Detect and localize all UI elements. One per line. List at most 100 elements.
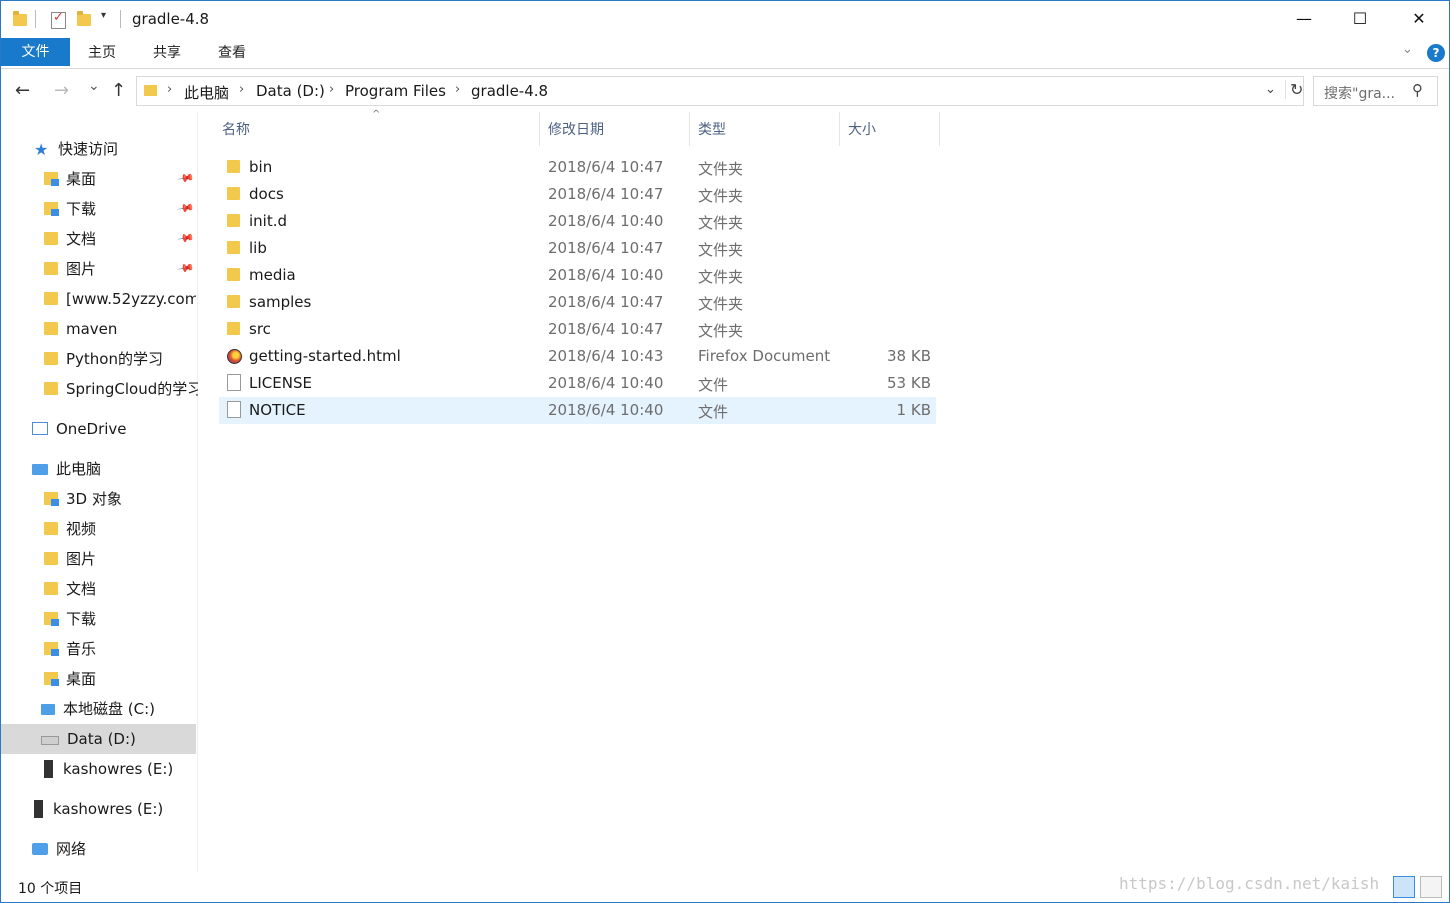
sidebar-item-label: 音乐: [66, 640, 97, 658]
sidebar-item-data-d[interactable]: Data (D:): [41, 724, 136, 754]
file-name: media: [249, 266, 296, 284]
folder-icon: [227, 214, 240, 227]
breadcrumb-program-files[interactable]: Program Files: [345, 82, 446, 100]
quick-access-dropdown-icon[interactable]: ▾: [101, 10, 106, 21]
file-name: NOTICE: [249, 401, 306, 419]
pin-icon[interactable]: 📌: [177, 259, 196, 278]
sidebar-item-videos[interactable]: 视频: [44, 514, 96, 544]
recent-locations-button[interactable]: ⌄: [88, 78, 100, 94]
breadcrumb-separator[interactable]: ›: [167, 82, 172, 97]
sidebar-item-kashowres-root[interactable]: kashowres (E:): [31, 794, 163, 824]
up-button[interactable]: ↑: [111, 80, 126, 101]
large-icons-view-icon[interactable]: [1420, 876, 1442, 898]
downloads-folder-icon: [44, 612, 59, 626]
sidebar-item-springcloud[interactable]: SpringCloud的学习: [44, 374, 198, 404]
sidebar-item-python[interactable]: Python的学习: [44, 344, 163, 374]
table-row[interactable]: media 2018/6/4 10:40 文件夹: [219, 262, 936, 289]
file-name: samples: [249, 293, 312, 311]
sidebar-item-onedrive[interactable]: OneDrive: [32, 414, 127, 444]
sidebar-item-music[interactable]: 音乐: [44, 634, 96, 664]
breadcrumb-separator[interactable]: ›: [455, 82, 460, 97]
file-modified: 2018/6/4 10:40: [548, 266, 664, 284]
pictures-folder-icon: [44, 262, 58, 275]
breadcrumb-separator[interactable]: ›: [329, 82, 334, 97]
windows-drive-icon: [41, 704, 55, 715]
table-row[interactable]: docs 2018/6/4 10:47 文件夹: [219, 181, 936, 208]
folder-icon: [44, 382, 58, 395]
column-header-size[interactable]: 大小: [848, 112, 876, 146]
column-divider[interactable]: [689, 112, 690, 146]
file-modified: 2018/6/4 10:47: [548, 293, 664, 311]
forward-button[interactable]: →: [54, 80, 69, 101]
address-bar[interactable]: › 此电脑 › Data (D:) › Program Files › grad…: [136, 76, 1304, 106]
drive-icon: [41, 736, 59, 745]
search-box[interactable]: 搜索"gra... ⚲: [1313, 76, 1438, 106]
window-title: gradle-4.8: [132, 10, 210, 28]
sidebar-item-documents[interactable]: 文档: [44, 224, 96, 254]
sidebar-item-maven[interactable]: maven: [44, 314, 117, 344]
sidebar-item-3d-objects[interactable]: 3D 对象: [44, 484, 122, 514]
folder-icon: [13, 11, 27, 26]
pin-icon[interactable]: 📌: [177, 229, 196, 248]
column-header-name[interactable]: 名称: [222, 112, 250, 146]
breadcrumb-gradle[interactable]: gradle-4.8: [471, 82, 548, 100]
sidebar-item-label: 桌面: [66, 170, 97, 188]
table-row[interactable]: init.d 2018/6/4 10:40 文件夹: [219, 208, 936, 235]
sidebar-item-downloads-pc[interactable]: 下载: [44, 604, 96, 634]
column-header-modified[interactable]: 修改日期: [548, 112, 604, 146]
sidebar-item-pictures-pc[interactable]: 图片: [44, 544, 96, 574]
tab-view[interactable]: 查看: [218, 38, 246, 66]
refresh-icon[interactable]: ↻: [1285, 80, 1303, 99]
sidebar-item-desktop-pc[interactable]: 桌面: [44, 664, 96, 694]
sidebar-item-desktop[interactable]: 桌面: [44, 164, 96, 194]
tab-file[interactable]: 文件: [1, 38, 70, 66]
sidebar-item-documents-pc[interactable]: 文档: [44, 574, 96, 604]
sidebar-item-downloads[interactable]: 下载: [44, 194, 96, 224]
search-input[interactable]: 搜索"gra...: [1324, 83, 1395, 103]
back-button[interactable]: ←: [15, 80, 30, 101]
sidebar-item-label: 桌面: [66, 670, 97, 688]
file-name: lib: [249, 239, 267, 257]
file-name: getting-started.html: [249, 347, 401, 365]
column-divider[interactable]: [939, 112, 940, 146]
properties-icon[interactable]: [51, 10, 66, 29]
breadcrumb-data-d[interactable]: Data (D:): [256, 82, 325, 100]
maximize-button[interactable]: ☐: [1331, 1, 1389, 37]
minimize-button[interactable]: —: [1275, 1, 1333, 37]
details-view-icon[interactable]: [1393, 876, 1415, 898]
table-row[interactable]: LICENSE 2018/6/4 10:40 文件 53 KB: [219, 370, 936, 397]
search-icon[interactable]: ⚲: [1412, 81, 1423, 99]
sidebar-item-network[interactable]: 网络: [32, 834, 86, 864]
expand-ribbon-icon[interactable]: ⌄: [1402, 42, 1413, 57]
sidebar-item-local-disk-c[interactable]: 本地磁盘 (C:): [41, 694, 155, 724]
folder-icon: [227, 241, 240, 254]
sidebar-item-kashowres-e[interactable]: kashowres (E:): [41, 754, 173, 784]
table-row[interactable]: lib 2018/6/4 10:47 文件夹: [219, 235, 936, 262]
column-divider[interactable]: [539, 112, 540, 146]
tab-share[interactable]: 共享: [153, 38, 181, 66]
close-button[interactable]: ✕: [1390, 1, 1448, 37]
table-row[interactable]: bin 2018/6/4 10:47 文件夹: [219, 154, 936, 181]
sidebar-item-this-pc[interactable]: 此电脑: [32, 454, 101, 484]
sidebar-item-pictures[interactable]: 图片: [44, 254, 96, 284]
help-icon[interactable]: ?: [1427, 44, 1445, 62]
new-folder-icon[interactable]: [77, 11, 91, 26]
sidebar-item-52yzzy[interactable]: [www.52yzzy.com: [44, 284, 196, 314]
table-row[interactable]: getting-started.html 2018/6/4 10:43 Fire…: [219, 343, 936, 370]
breadcrumb-this-pc[interactable]: 此电脑: [184, 82, 229, 103]
column-divider[interactable]: [839, 112, 840, 146]
address-history-dropdown-icon[interactable]: ⌄: [1265, 82, 1276, 97]
item-count: 10 个项目: [18, 881, 83, 897]
sidebar-item-quick-access[interactable]: ★ 快速访问: [34, 134, 118, 164]
pin-icon[interactable]: 📌: [177, 199, 196, 218]
table-row[interactable]: samples 2018/6/4 10:47 文件夹: [219, 289, 936, 316]
breadcrumb-separator[interactable]: ›: [239, 82, 244, 97]
column-header-type[interactable]: 类型: [698, 112, 726, 146]
table-row[interactable]: src 2018/6/4 10:47 文件夹: [219, 316, 936, 343]
network-icon: [32, 843, 48, 855]
folder-icon: [227, 187, 240, 200]
table-row-selected[interactable]: NOTICE 2018/6/4 10:40 文件 1 KB: [219, 397, 936, 424]
tab-home[interactable]: 主页: [88, 38, 116, 66]
sidebar-item-label: 文档: [66, 230, 97, 248]
pin-icon[interactable]: 📌: [177, 169, 196, 188]
